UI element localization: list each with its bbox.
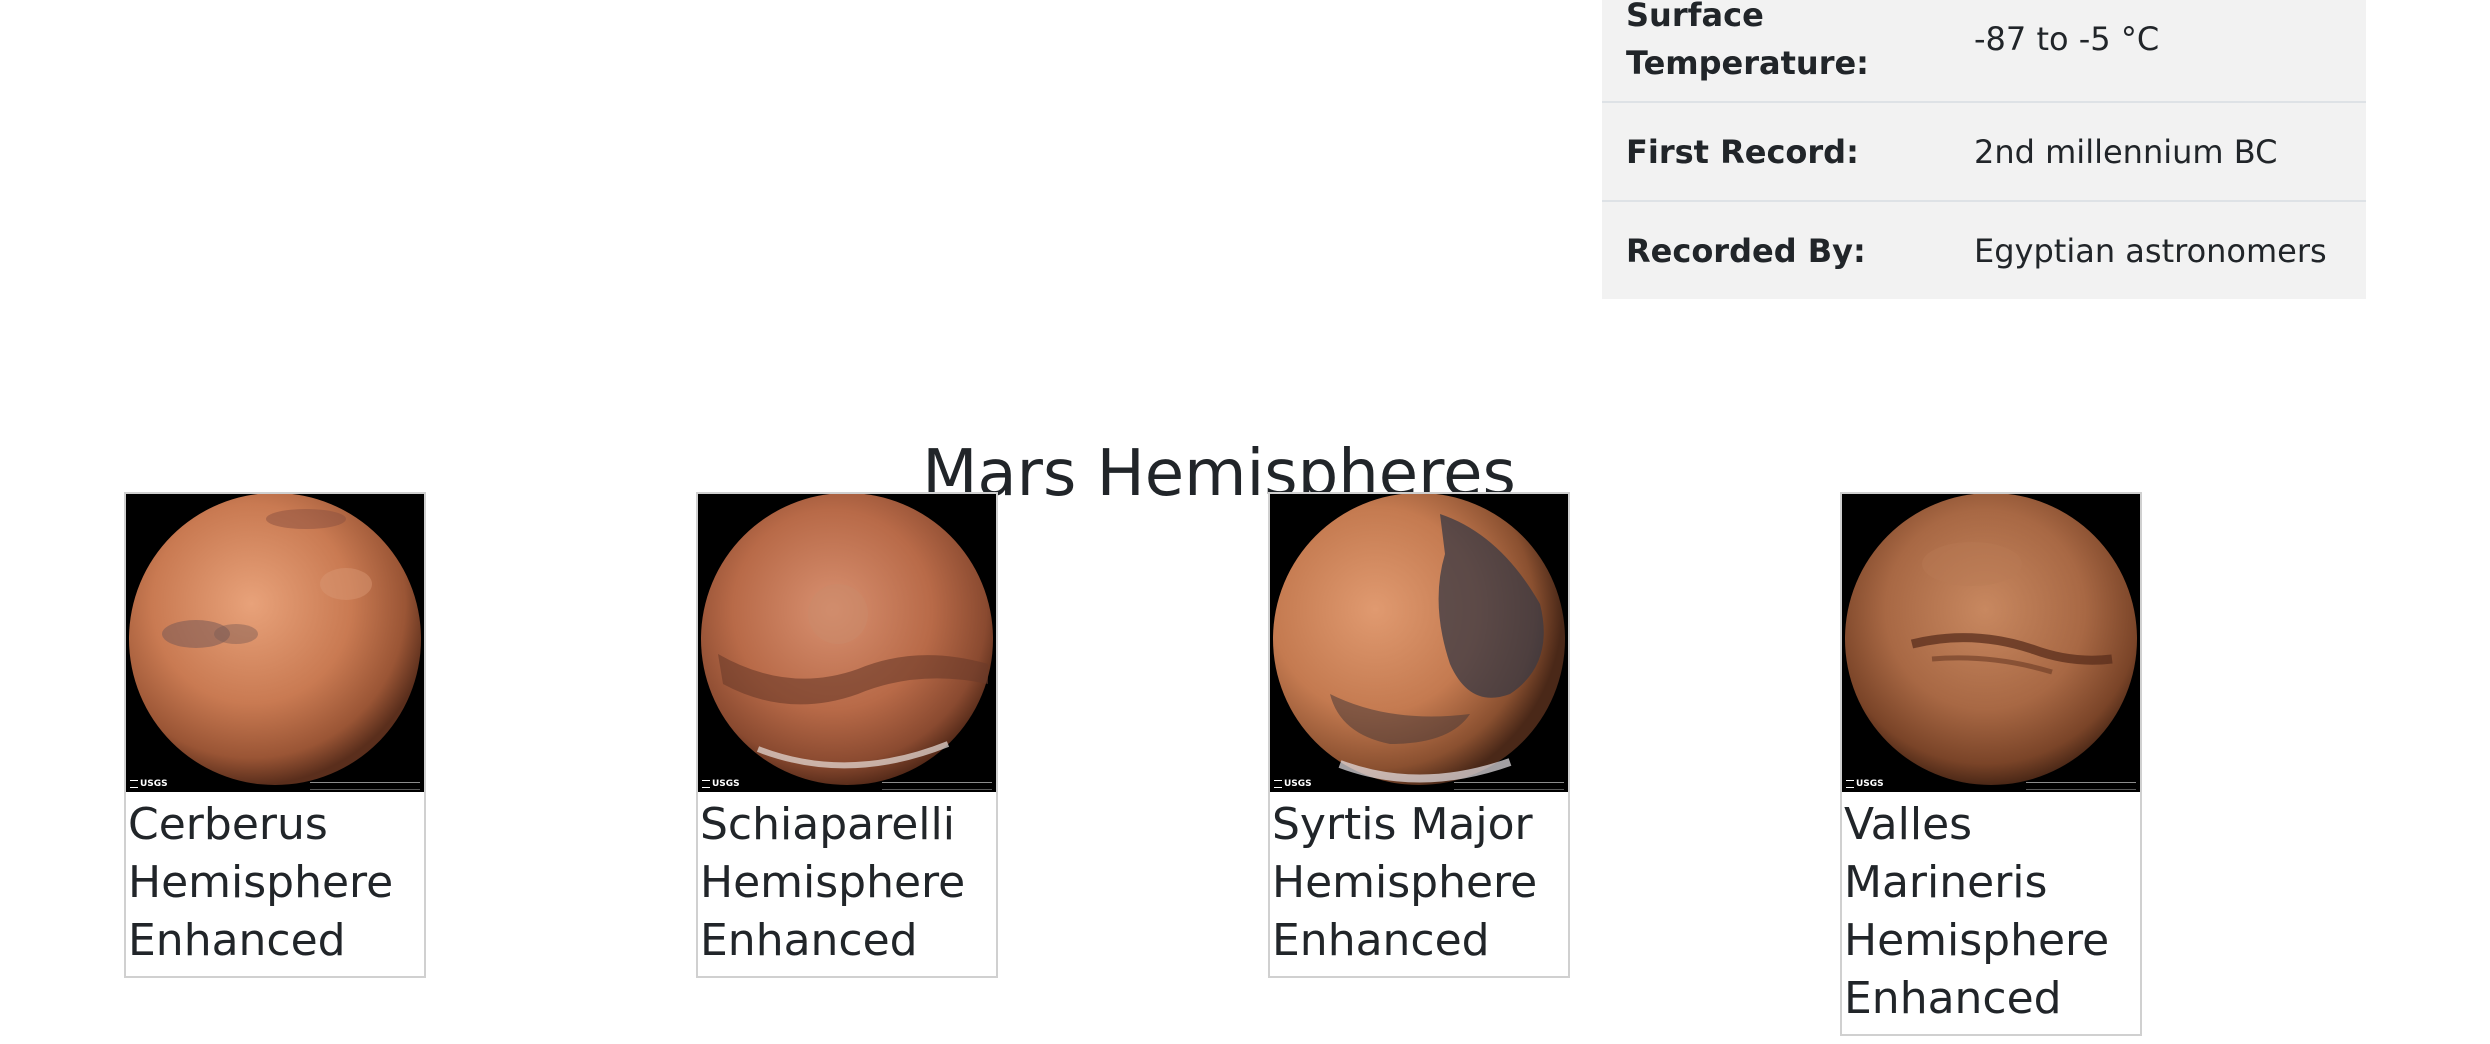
- hemisphere-card-schiaparelli[interactable]: USGS Schiaparelli Hemisphere Enhanced: [696, 492, 998, 978]
- hemisphere-caption[interactable]: Syrtis Major Hemisphere Enhanced: [1270, 792, 1568, 976]
- valles-marineris-globe-icon: [1842, 494, 2140, 792]
- facts-value: 2nd millennium BC: [1974, 132, 2278, 171]
- usgs-logo: USGS: [130, 779, 168, 789]
- mars-globe-image[interactable]: USGS: [698, 494, 996, 792]
- facts-row-recorded-by: Recorded By: Egyptian astronomers: [1602, 200, 2366, 299]
- usgs-logo: USGS: [1846, 779, 1884, 789]
- cerberus-globe-icon: [126, 494, 424, 792]
- facts-row-surface-temperature: Surface Temperature: -87 to -5 °C: [1602, 0, 2366, 101]
- facts-row-first-record: First Record: 2nd millennium BC: [1602, 101, 2366, 200]
- image-credit: [882, 782, 992, 790]
- mars-globe-image[interactable]: USGS: [1842, 494, 2140, 792]
- hemisphere-card-syrtis-major[interactable]: USGS Syrtis Major Hemisphere Enhanced: [1268, 492, 1570, 978]
- facts-label: Recorded By:: [1626, 231, 1866, 270]
- image-credit: [2026, 782, 2136, 790]
- image-credit: [310, 782, 420, 790]
- facts-label: First Record:: [1626, 132, 1859, 171]
- hemisphere-card-valles-marineris[interactable]: USGS Valles Marineris Hemisphere Enhance…: [1840, 492, 2142, 1036]
- mars-facts-table: Surface Temperature: -87 to -5 °C First …: [1602, 0, 2366, 299]
- hemisphere-caption[interactable]: Valles Marineris Hemisphere Enhanced: [1842, 792, 2140, 1034]
- image-credit: [1454, 782, 1564, 790]
- syrtis-major-globe-icon: [1270, 494, 1568, 792]
- schiaparelli-globe-icon: [698, 494, 996, 792]
- hemisphere-caption[interactable]: Cerberus Hemisphere Enhanced: [126, 792, 424, 976]
- mars-globe-image[interactable]: USGS: [126, 494, 424, 792]
- facts-value: Egyptian astronomers: [1974, 231, 2327, 270]
- hemisphere-caption[interactable]: Schiaparelli Hemisphere Enhanced: [698, 792, 996, 976]
- page: Surface Temperature: -87 to -5 °C First …: [0, 0, 2490, 1044]
- facts-value: -87 to -5 °C: [1974, 19, 2160, 58]
- usgs-logo: USGS: [1274, 779, 1312, 789]
- hemisphere-card-cerberus[interactable]: USGS Cerberus Hemisphere Enhanced: [124, 492, 426, 978]
- usgs-logo: USGS: [702, 779, 740, 789]
- facts-label: Surface Temperature:: [1626, 0, 1869, 82]
- mars-globe-image[interactable]: USGS: [1270, 494, 1568, 792]
